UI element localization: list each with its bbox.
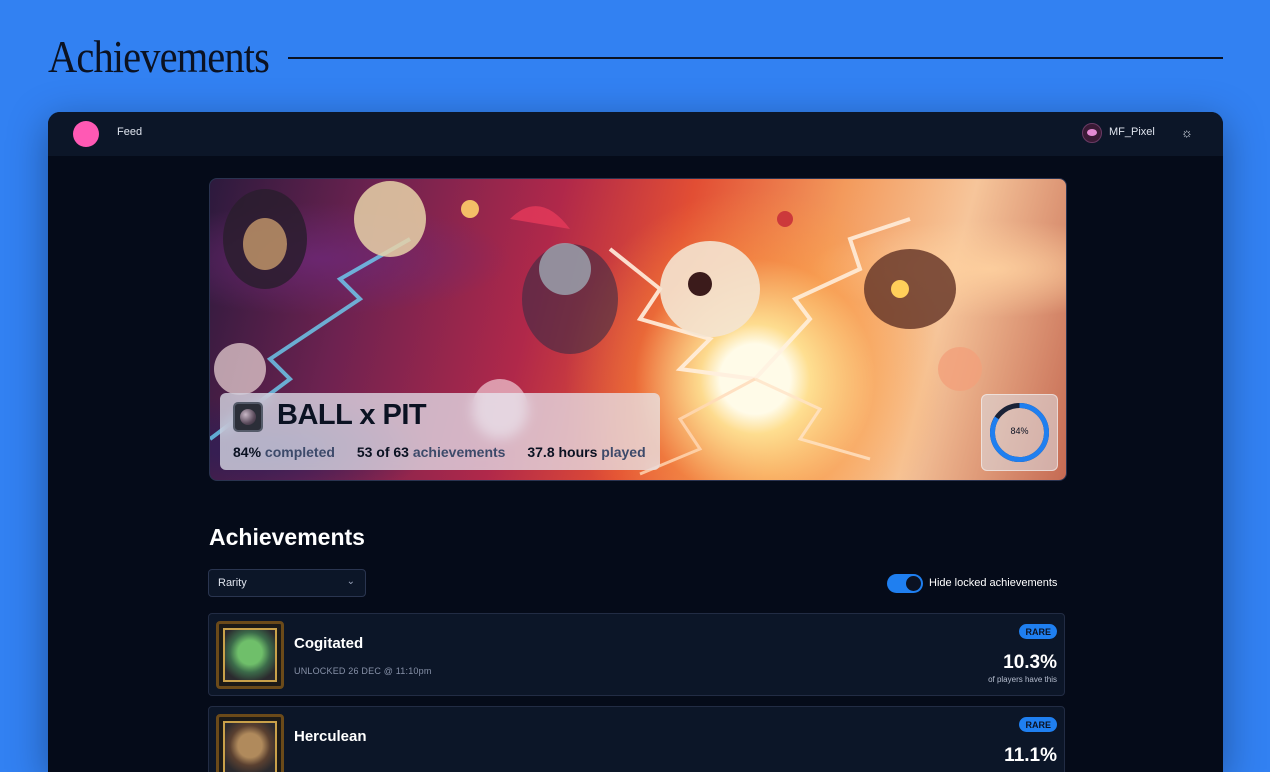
game-hero-banner: BALL x PIT 84% completed 53 of 63 achiev… (209, 178, 1067, 481)
green-sage-portrait-icon (216, 621, 284, 689)
sort-select[interactable]: Rarity ⌄ (208, 569, 366, 597)
nav-feed-link[interactable]: Feed (117, 126, 142, 138)
user-name[interactable]: MF_Pixel (1109, 126, 1155, 138)
achievement-unlock-date: UNLOCKED 26 DEC @ 11:10pm (294, 666, 432, 676)
achievements-section-title: Achievements (209, 524, 365, 550)
app-window: Feed MF_Pixel ☼ BALL x PIT 84% completed… (48, 112, 1223, 772)
stat-achievements: 53 of 63 achievements (356, 444, 506, 460)
hide-locked-label[interactable]: Hide locked achievements (929, 577, 1057, 589)
stat-hours: 37.8 hours played (527, 444, 646, 460)
rarity-badge: RARE (1019, 624, 1057, 639)
achievement-name: Herculean (294, 728, 367, 745)
achievement-name: Cogitated (294, 635, 364, 652)
rarity-badge: RARE (1019, 717, 1057, 732)
achievement-percent: 10.3% (1003, 652, 1057, 673)
sort-select-value: Rarity (218, 577, 247, 589)
sun-icon[interactable]: ☼ (1178, 124, 1196, 142)
completion-ring-label: 84% (1010, 426, 1029, 436)
page-heading: Achievements (48, 31, 270, 82)
stat-completed: 84% completed (233, 444, 335, 460)
bearded-warrior-portrait-icon (216, 714, 284, 772)
game-info-panel: BALL x PIT 84% completed 53 of 63 achiev… (220, 393, 660, 470)
game-ball-icon (233, 402, 263, 432)
achievement-percent-caption: of players have this (988, 675, 1057, 684)
hide-locked-toggle[interactable] (887, 574, 923, 593)
app-logo[interactable] (73, 121, 99, 147)
top-navbar: Feed MF_Pixel ☼ (48, 112, 1223, 156)
chevron-down-icon: ⌄ (346, 576, 355, 587)
achievement-card[interactable]: Cogitated UNLOCKED 26 DEC @ 11:10pm RARE… (208, 613, 1065, 696)
user-avatar[interactable] (1082, 123, 1102, 143)
achievement-card[interactable]: Herculean RARE 11.1% (208, 706, 1065, 772)
game-stats: 84% completed 53 of 63 achievements 37.8… (233, 444, 664, 460)
toggle-knob (906, 576, 921, 591)
game-title: BALL x PIT (277, 399, 427, 431)
heading-rule (288, 57, 1223, 59)
completion-ring: 84% (981, 394, 1058, 471)
achievement-percent: 11.1% (1004, 745, 1057, 766)
